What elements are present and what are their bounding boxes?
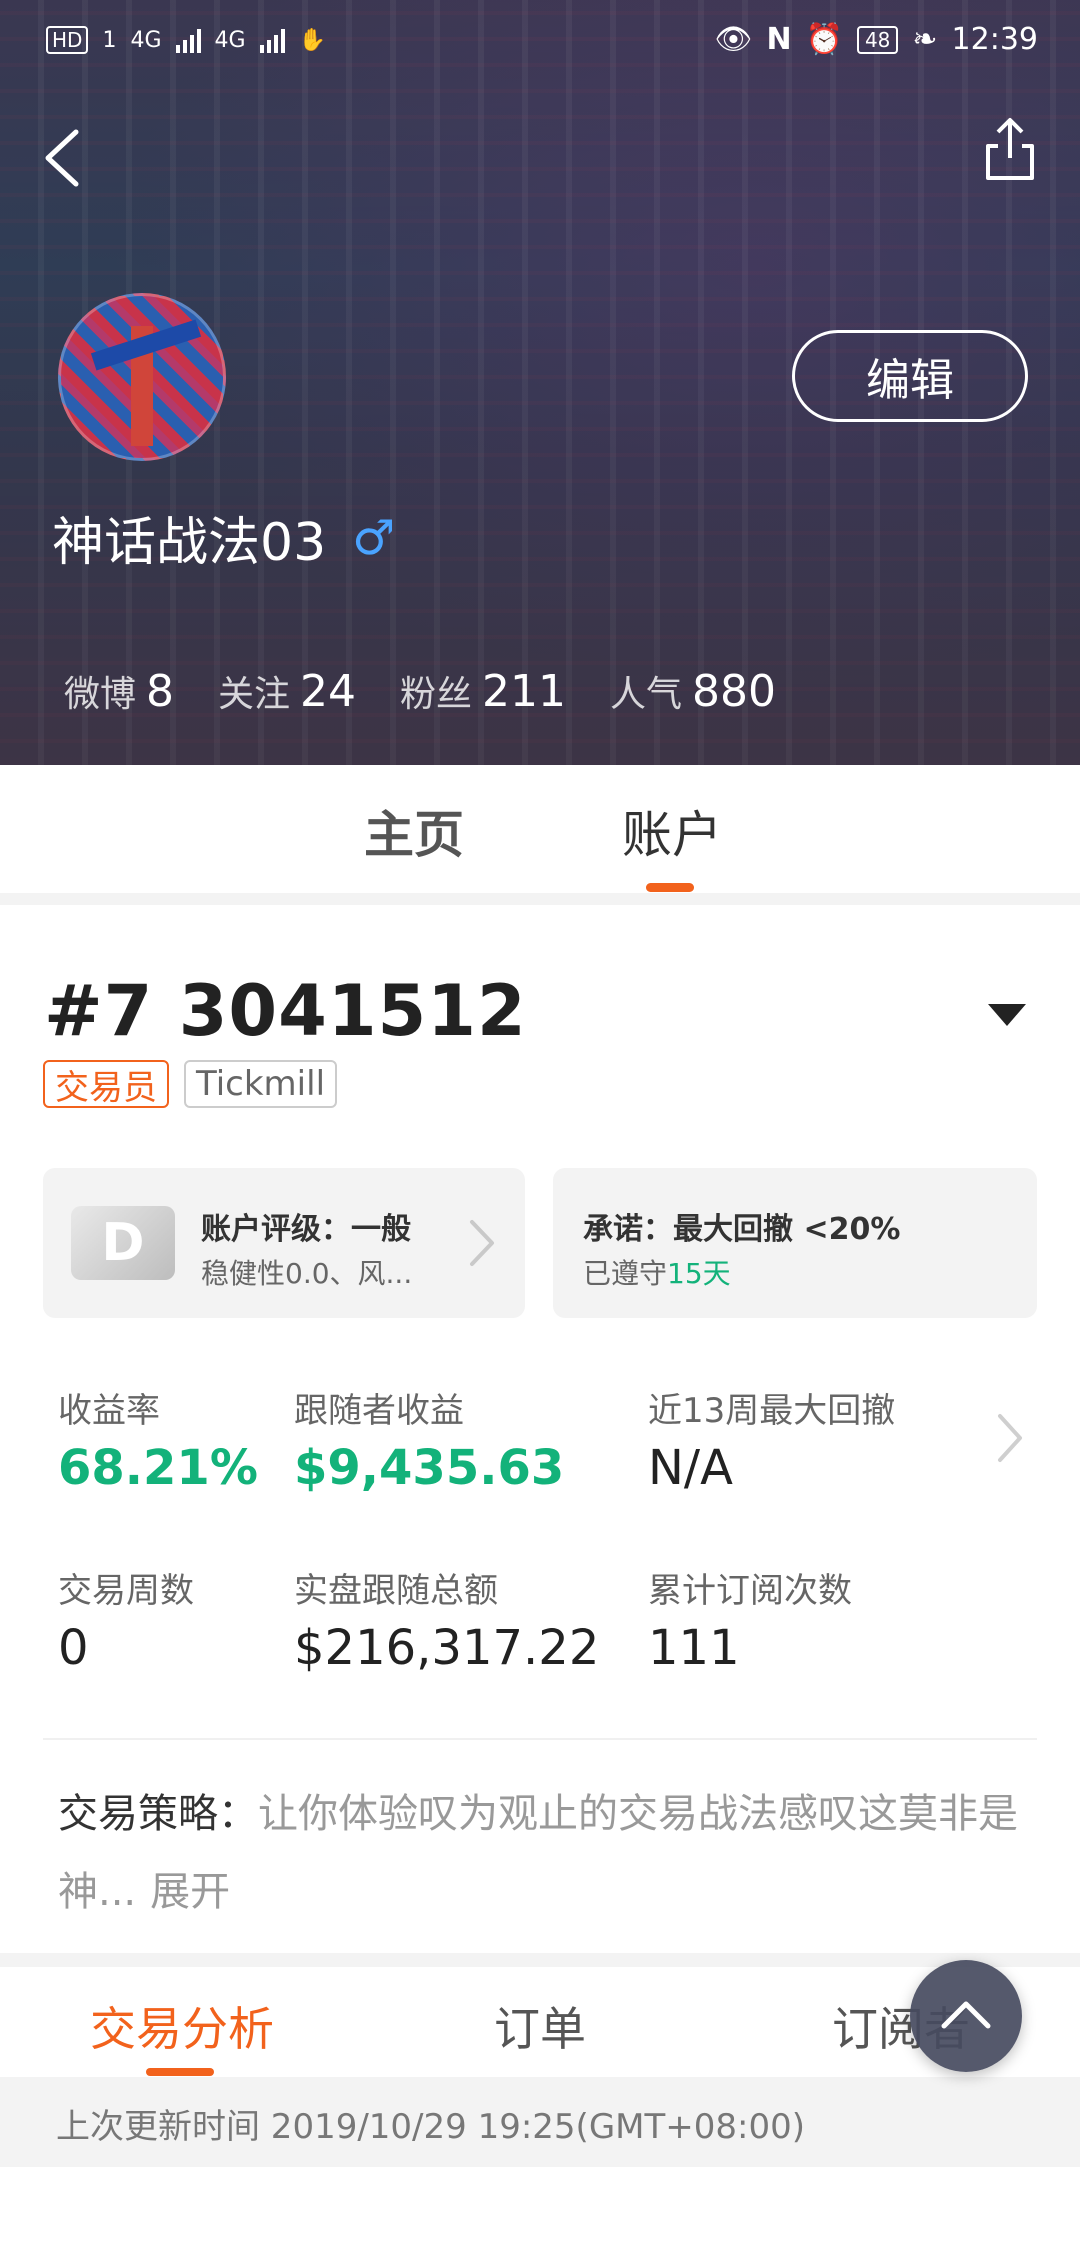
tab-home[interactable]: 主页 <box>364 795 464 867</box>
stat-value: 8 <box>146 666 175 717</box>
profile-stats: 微博 8 关注 24 粉丝 211 人气 880 <box>64 665 776 717</box>
account-dropdown-icon[interactable] <box>988 1004 1026 1026</box>
leaf-icon: ❧ <box>912 22 938 57</box>
metric-value-return: 68.21% <box>58 1440 258 1496</box>
metric-value-trade-weeks: 0 <box>58 1620 89 1676</box>
broker-tag: Tickmill <box>184 1060 338 1108</box>
edit-button[interactable]: 编辑 <box>792 330 1028 422</box>
divider <box>43 1738 1037 1740</box>
rating-subtitle: 稳健性0.0、风... <box>201 1257 413 1290</box>
back-icon[interactable] <box>40 128 86 188</box>
metric-label-trade-weeks: 交易周数 <box>58 1571 194 1611</box>
battery-icon: 48 <box>856 25 899 54</box>
metric-value-subscriptions: 111 <box>648 1620 740 1676</box>
main-tabs: 主页 账户 <box>0 765 1080 893</box>
stat-value: 211 <box>482 666 567 717</box>
tab-orders[interactable]: 订单 <box>494 1993 586 2059</box>
male-icon: ♂ <box>352 509 396 566</box>
status-right: 👁 N ⏰ 48 ❧ 12:39 <box>714 22 1038 57</box>
rating-card[interactable]: D 账户评级：一般 稳健性0.0、风... <box>43 1168 525 1318</box>
promise-prefix: 已遵守 <box>583 1257 668 1290</box>
scroll-top-button[interactable] <box>910 1960 1022 2072</box>
tab-account[interactable]: 账户 <box>622 795 722 867</box>
stat-popularity: 人气 880 <box>610 665 776 717</box>
hd-badge: HD <box>46 26 89 54</box>
sim-slot-label: 1 <box>102 27 117 53</box>
chevron-up-icon <box>940 1998 992 2034</box>
signal-icon-2 <box>259 27 285 53</box>
promise-title: 承诺：最大回撤 <20% <box>583 1212 901 1247</box>
section-divider <box>0 893 1080 905</box>
stat-label: 粉丝 <box>400 674 473 715</box>
active-tab-indicator <box>646 883 694 892</box>
eye-icon: 👁 <box>714 22 753 57</box>
avatar[interactable] <box>58 293 226 461</box>
username-text: 神话战法03 <box>52 513 327 573</box>
network-4g-label-2: 4G <box>214 27 246 53</box>
metric-label-max-drawdown: 近13周最大回撤 <box>648 1391 896 1431</box>
hand-icon: ✋ <box>298 27 326 53</box>
profile-header: HD 1 4G 4G ✋ 👁 N ⏰ 48 ❧ 12:39 编辑 神话战法03 <box>0 0 1080 765</box>
status-bar: HD 1 4G 4G ✋ 👁 N ⏰ 48 ❧ 12:39 <box>0 22 1080 66</box>
clock-time: 12:39 <box>951 22 1038 57</box>
strategy-text: 交易策略：让你体验叹为观止的交易战法感叹这莫非是神... 展开 <box>58 1775 1028 1931</box>
metric-value-max-drawdown: N/A <box>648 1440 733 1496</box>
promise-status: 已遵守15天 <box>583 1252 731 1292</box>
metric-value-follower-profit: $9,435.63 <box>294 1440 565 1496</box>
stat-label: 关注 <box>218 674 291 715</box>
stat-label: 微博 <box>64 674 137 715</box>
section-divider <box>0 1953 1080 1967</box>
metric-label-follower-profit: 跟随者收益 <box>294 1391 464 1431</box>
metric-label-return: 收益率 <box>58 1391 160 1431</box>
trader-tag: 交易员 <box>43 1060 169 1108</box>
tab-trade-analysis[interactable]: 交易分析 <box>90 1993 274 2059</box>
metric-value-total-follow: $216,317.22 <box>294 1620 600 1676</box>
last-updated-bar: 上次更新时间 2019/10/29 19:25(GMT+08:00) <box>0 2077 1080 2167</box>
promise-card: 承诺：最大回撤 <20% 已遵守15天 <box>553 1168 1037 1318</box>
chevron-right-icon[interactable] <box>996 1412 1024 1464</box>
rating-title: 账户评级：一般 <box>201 1212 411 1247</box>
username: 神话战法03 ♂ <box>52 500 395 575</box>
strategy-label: 交易策略： <box>58 1791 258 1837</box>
account-title: #7 3041512 <box>44 970 527 1052</box>
expand-link[interactable]: 展开 <box>150 1869 230 1915</box>
stat-fans[interactable]: 粉丝 211 <box>400 665 566 717</box>
last-updated-text: 上次更新时间 2019/10/29 19:25(GMT+08:00) <box>56 2107 806 2147</box>
alarm-icon: ⏰ <box>805 22 843 57</box>
chevron-right-icon <box>468 1218 496 1268</box>
metric-label-subscriptions: 累计订阅次数 <box>648 1571 852 1611</box>
status-left: HD 1 4G 4G ✋ <box>46 26 326 54</box>
nfc-icon: N <box>766 22 792 57</box>
signal-icon <box>175 27 201 53</box>
network-4g-label: 4G <box>130 27 162 53</box>
grade-badge: D <box>71 1206 175 1280</box>
metric-label-total-follow: 实盘跟随总额 <box>294 1571 498 1611</box>
share-icon[interactable] <box>984 116 1036 182</box>
stat-following[interactable]: 关注 24 <box>218 665 356 717</box>
stat-value: 880 <box>692 666 777 717</box>
promise-days: 15天 <box>667 1257 731 1290</box>
active-subtab-indicator <box>146 2068 214 2076</box>
stat-value: 24 <box>300 666 357 717</box>
stat-label: 人气 <box>610 674 683 715</box>
stat-weibo[interactable]: 微博 8 <box>64 665 174 717</box>
